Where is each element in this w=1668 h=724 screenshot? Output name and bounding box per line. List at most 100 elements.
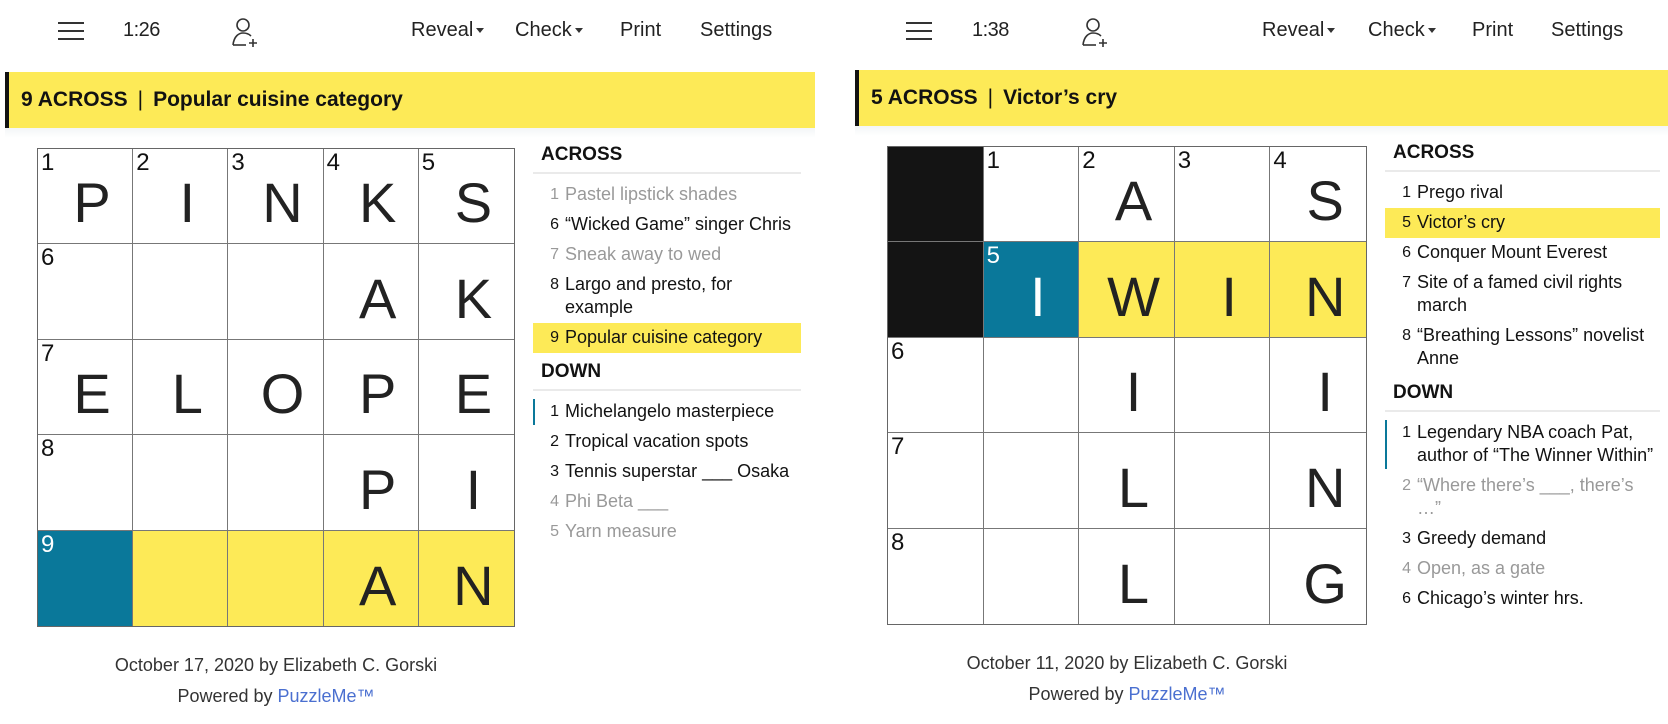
settings-button[interactable]: Settings	[700, 19, 772, 42]
grid-cell[interactable]: 3	[1174, 147, 1271, 243]
grid-cell[interactable]: 5S	[418, 149, 514, 245]
clue-across-6[interactable]: 6 Conquer Mount Everest	[1385, 238, 1660, 268]
reveal-label: Reveal	[1262, 19, 1325, 41]
cell-number: 8	[891, 528, 905, 556]
grid-cell[interactable]: O	[228, 339, 324, 436]
grid-cell[interactable]: 1	[983, 147, 1080, 243]
clue-text: Popular cuisine category	[565, 327, 763, 347]
grid-cell[interactable]: I	[418, 435, 514, 531]
clue-number: 6	[1402, 244, 1411, 261]
grid-cell[interactable]: A	[323, 244, 419, 340]
clue-down-3[interactable]: 3 Greedy demand	[1385, 524, 1660, 554]
grid-cell[interactable]	[133, 530, 229, 626]
clue-across-1[interactable]: 1 Pastel lipstick shades	[533, 180, 801, 210]
grid-cell[interactable]: G	[1270, 528, 1366, 624]
cell-letter: L	[1117, 455, 1150, 519]
grid-cell[interactable]: 3N	[228, 149, 324, 245]
clue-down-5[interactable]: 5 Yarn measure	[533, 517, 801, 547]
grid-cell[interactable]	[228, 435, 324, 531]
clue-down-6[interactable]: 6 Chicago’s winter hrs.	[1385, 584, 1660, 614]
divider	[855, 126, 1668, 136]
grid-cell[interactable]: N	[1270, 433, 1366, 529]
grid-cell[interactable]: 4S	[1270, 147, 1366, 243]
clue-separator: |	[987, 86, 994, 109]
grid-cell[interactable]: 1P	[38, 149, 134, 245]
check-menu[interactable]: Check	[1368, 19, 1436, 42]
grid-cell[interactable]	[983, 433, 1080, 529]
settings-button[interactable]: Settings	[1551, 19, 1623, 42]
print-button[interactable]: Print	[620, 19, 661, 42]
clue-down-4[interactable]: 4 Phi Beta ___	[533, 487, 801, 517]
clue-down-3[interactable]: 3 Tennis superstar ___ Osaka	[533, 457, 801, 487]
clue-across-1[interactable]: 1 Prego rival	[1385, 178, 1660, 208]
menu-icon[interactable]	[906, 22, 932, 40]
grid-cell[interactable]: 6	[888, 337, 984, 434]
clue-across-9[interactable]: 9 Popular cuisine category	[533, 323, 801, 353]
grid-cell[interactable]: W	[1079, 242, 1175, 338]
grid-cell[interactable]	[1174, 337, 1271, 434]
grid-cell[interactable]: 2A	[1079, 147, 1175, 243]
clue-text: “Wicked Game” singer Chris	[565, 214, 792, 234]
grid-cell[interactable]: 7	[888, 433, 984, 529]
clue-number: 6	[1402, 590, 1411, 607]
clue-across-8[interactable]: 8 Largo and presto, for example	[533, 270, 801, 323]
clue-down-2[interactable]: 2 “Where there’s ___, there’s …”	[1385, 471, 1660, 524]
menu-icon[interactable]	[58, 22, 84, 40]
grid-cell[interactable]	[228, 530, 324, 626]
grid-cell[interactable]: 7E	[38, 339, 134, 436]
grid-cell[interactable]: 8	[888, 528, 984, 624]
grid-cell[interactable]: P	[323, 435, 419, 531]
clue-down-4[interactable]: 4 Open, as a gate	[1385, 554, 1660, 584]
check-menu[interactable]: Check	[515, 19, 583, 42]
grid-cell-selected[interactable]: 9	[38, 530, 134, 626]
down-clues: 1 Legendary NBA coach Pat, author of “The…	[1385, 418, 1660, 614]
grid-cell[interactable]: L	[1079, 433, 1175, 529]
clue-down-1[interactable]: 1 Michelangelo masterpiece	[533, 397, 801, 427]
clue-text: “Breathing Lessons” novelist Anne	[1417, 325, 1645, 368]
grid-cell[interactable]: I	[1270, 337, 1366, 434]
grid-cell[interactable]: K	[418, 244, 514, 340]
grid-cell[interactable]: 4K	[323, 149, 419, 245]
puzzleme-link[interactable]: PuzzleMe™	[1129, 684, 1226, 704]
grid-cell[interactable]: N	[1270, 242, 1366, 338]
reveal-menu[interactable]: Reveal	[411, 19, 485, 42]
grid-cell[interactable]: A	[323, 530, 419, 626]
puzzleme-link[interactable]: PuzzleMe™	[278, 686, 375, 706]
grid-cell[interactable]: I	[1079, 337, 1175, 434]
grid-cell[interactable]: N	[418, 530, 514, 626]
grid-cell[interactable]	[133, 244, 229, 340]
clue-number: 4	[1402, 560, 1411, 577]
grid-cell[interactable]	[1174, 528, 1271, 624]
grid-cell[interactable]: 6	[38, 244, 134, 340]
cell-letter: N	[1304, 455, 1346, 519]
cell-letter: E	[73, 362, 111, 426]
grid-cell-selected[interactable]: 5I	[983, 242, 1080, 338]
reveal-menu[interactable]: Reveal	[1262, 19, 1336, 42]
grid-cell[interactable]: 8	[38, 435, 134, 531]
byline: October 11, 2020 by Elizabeth C. Gorski	[966, 653, 1288, 673]
grid-cell[interactable]	[983, 528, 1080, 624]
clue-across-7[interactable]: 7 Sneak away to wed	[533, 240, 801, 270]
grid-cell[interactable]	[983, 337, 1080, 434]
print-button[interactable]: Print	[1472, 19, 1513, 42]
invite-user-icon[interactable]	[1080, 16, 1110, 48]
grid-cell[interactable]: 2I	[133, 149, 229, 245]
grid-cell[interactable]: L	[1079, 528, 1175, 624]
crossword-grid: 1P2I3N4K5S6AK7ELOPE8PI9AN	[37, 148, 515, 627]
clue-across-8[interactable]: 8 “Breathing Lessons” novelist Anne	[1385, 321, 1660, 374]
clue-number: 9	[550, 329, 559, 346]
grid-cell[interactable]: L	[133, 339, 229, 436]
grid-cell[interactable]	[133, 435, 229, 531]
clue-down-1[interactable]: 1 Legendary NBA coach Pat, author of “The…	[1385, 418, 1660, 471]
clue-number: 6	[550, 216, 559, 233]
clue-across-7[interactable]: 7 Site of a famed civil rights march	[1385, 268, 1660, 321]
clue-down-2[interactable]: 2 Tropical vacation spots	[533, 427, 801, 457]
clue-across-6[interactable]: 6 “Wicked Game” singer Chris	[533, 210, 801, 240]
grid-cell[interactable]	[228, 244, 324, 340]
invite-user-icon[interactable]	[230, 16, 260, 48]
grid-cell[interactable]: E	[418, 339, 514, 436]
grid-cell[interactable]: I	[1174, 242, 1271, 338]
grid-cell[interactable]	[1174, 433, 1271, 529]
grid-cell[interactable]: P	[323, 339, 419, 436]
clue-across-5[interactable]: 5 Victor’s cry	[1385, 208, 1660, 238]
